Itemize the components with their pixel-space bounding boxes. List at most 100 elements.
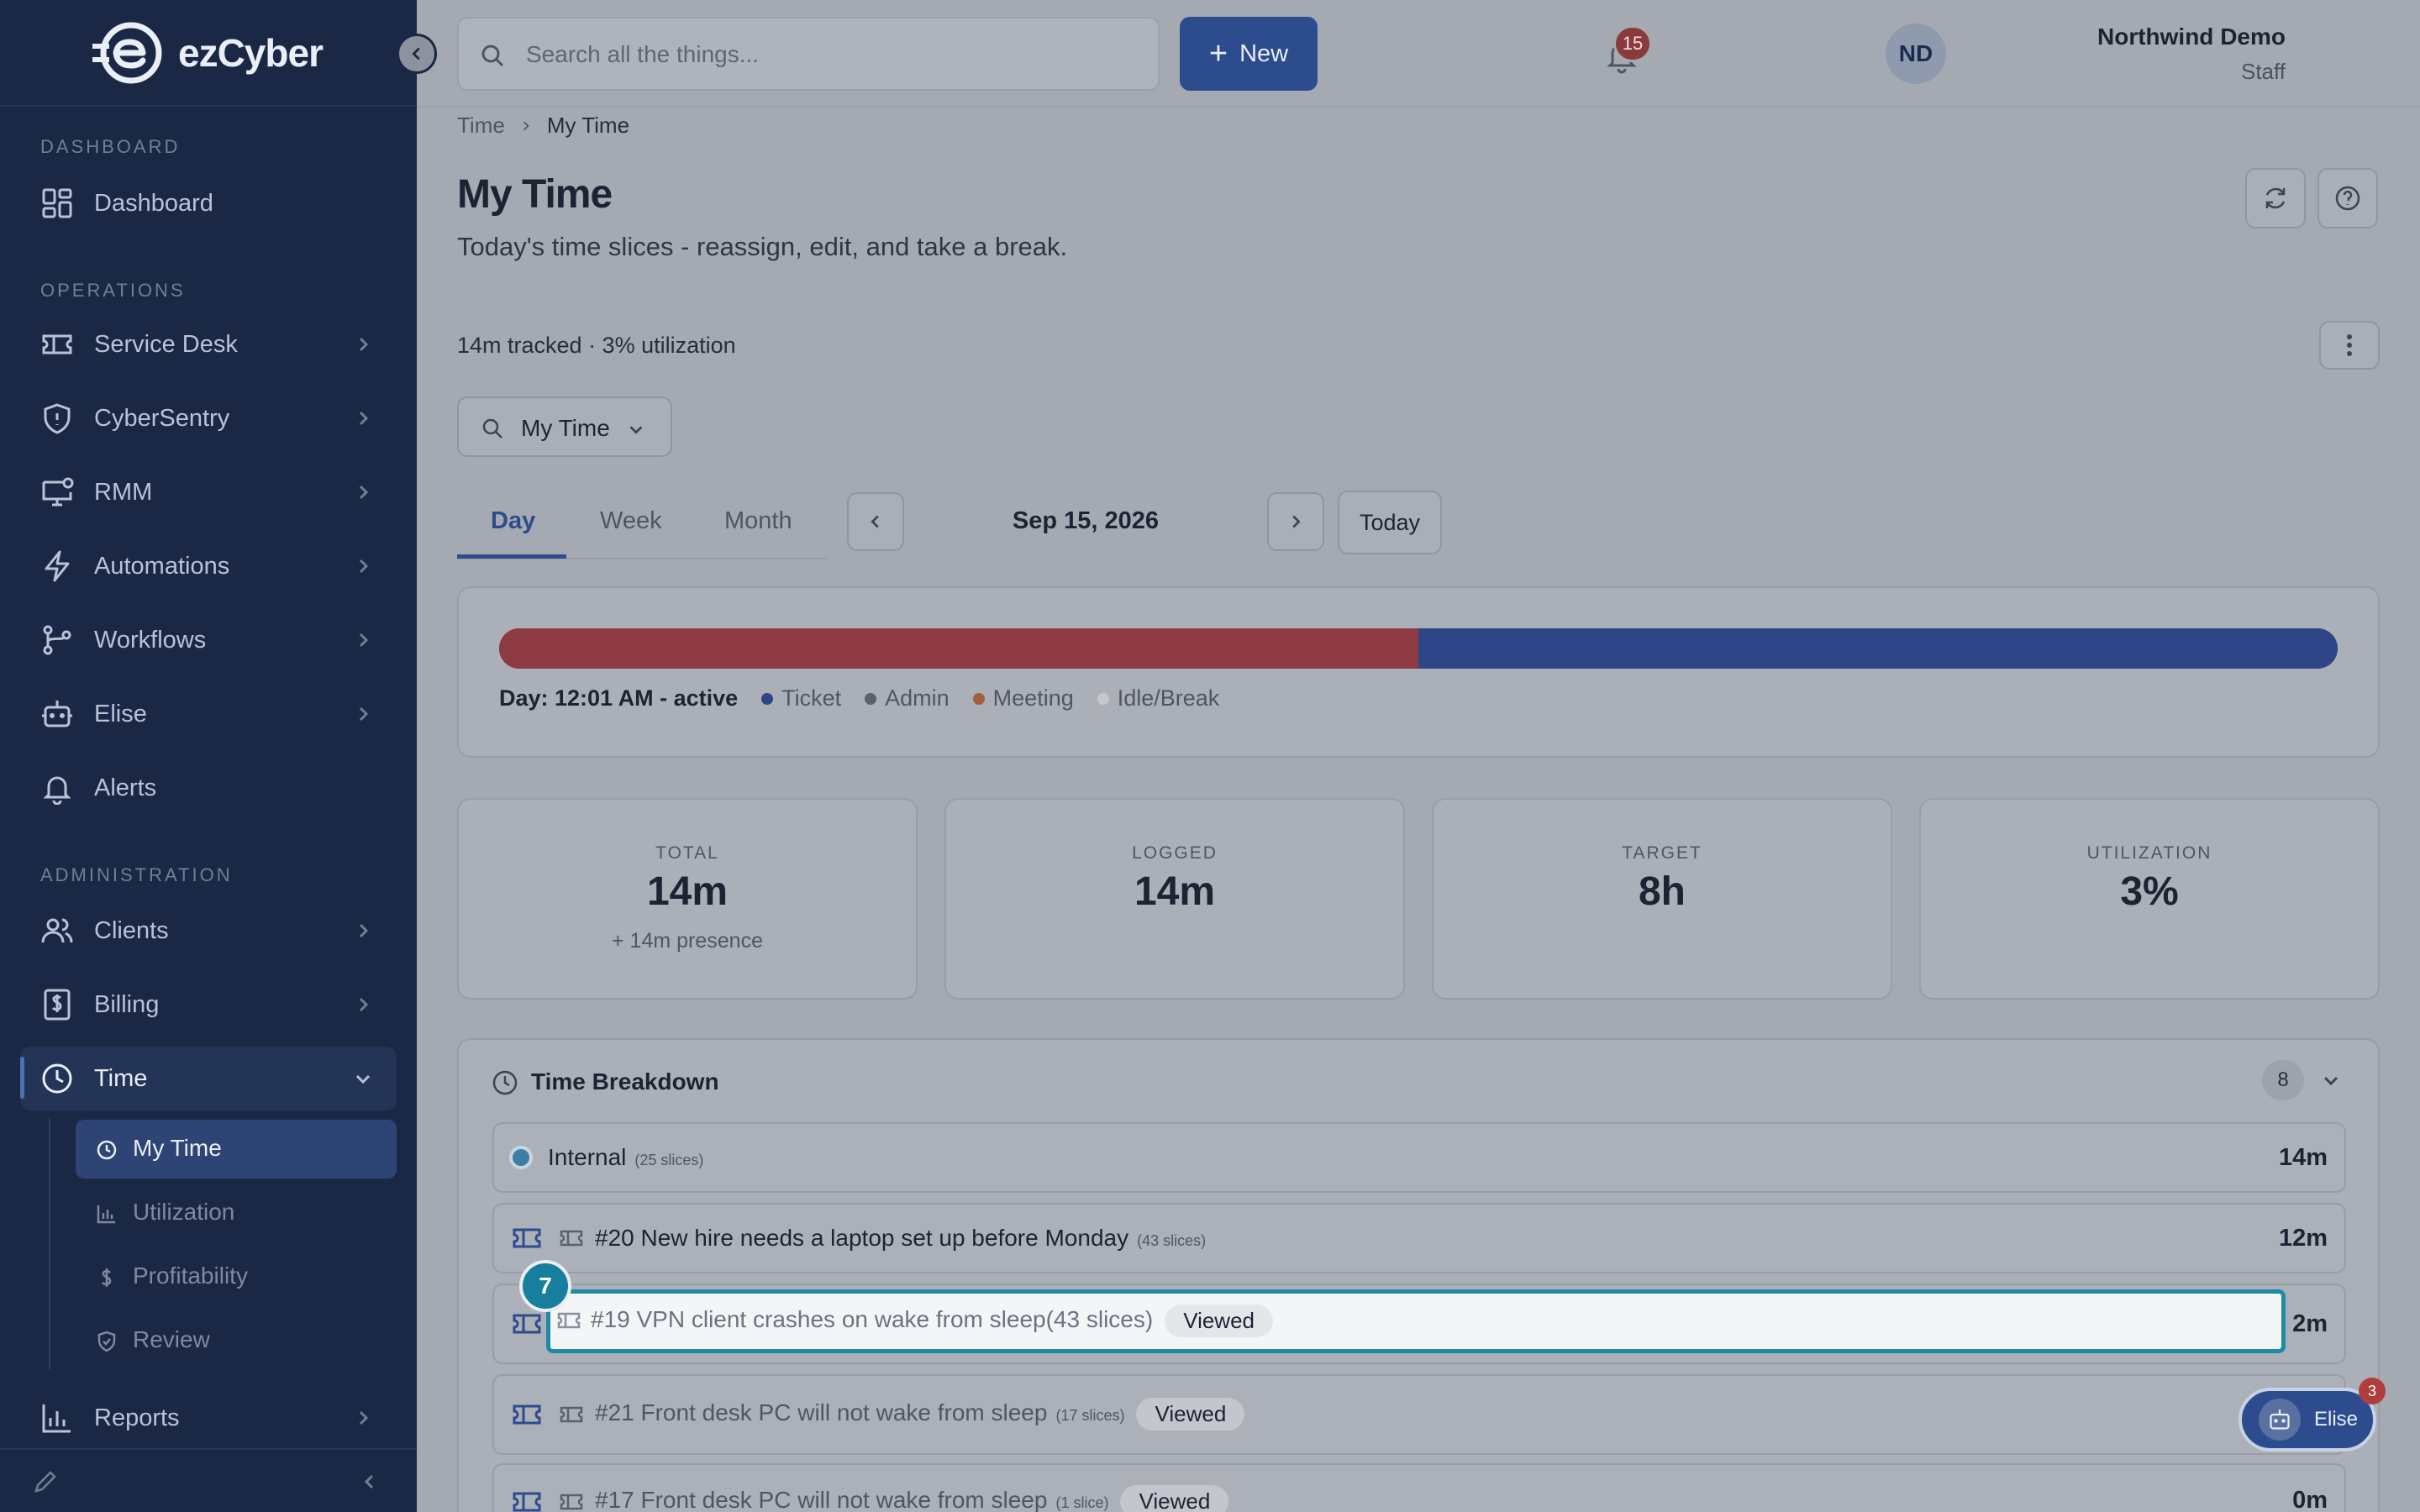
refresh-button[interactable] [2245, 168, 2306, 228]
sidebar-item-rmm[interactable]: RMM [20, 460, 397, 524]
sidebar-subitem-profitability[interactable]: Profitability [76, 1247, 397, 1306]
elise-assistant-button[interactable]: Elise [2238, 1388, 2376, 1452]
period-tabs: Day Week Month [457, 491, 827, 559]
sidebar-item-billing[interactable]: Billing [20, 973, 397, 1037]
row-duration: 2m [2292, 1310, 2328, 1337]
user-name[interactable]: Northwind Demo [2097, 24, 2286, 50]
section-label-dashboard: DASHBOARD [40, 136, 181, 157]
sidebar-item-automations[interactable]: Automations [20, 534, 397, 598]
timeline-legend: Day: 12:01 AM - active Ticket Admin Meet… [499, 685, 1219, 711]
tour-step-badge: 7 [519, 1260, 571, 1312]
sidebar-item-label: Clients [94, 916, 169, 944]
timeline-segment-ticket[interactable] [499, 628, 1418, 669]
ticket-icon [513, 1492, 541, 1512]
previous-period-button[interactable] [847, 492, 904, 551]
notifications-count-badge[interactable]: 15 [1613, 25, 1652, 62]
sidebar-subitem-utilization[interactable]: Utilization [76, 1184, 397, 1242]
help-button[interactable] [2317, 168, 2378, 228]
chevron-left-icon[interactable] [360, 1472, 380, 1492]
viewed-badge: Viewed [1120, 1485, 1229, 1512]
chevron-right-icon [359, 337, 369, 352]
kebab-menu-icon [2347, 334, 2352, 356]
row-label: #17 Front desk PC will not wake from sle… [595, 1485, 1229, 1512]
chevron-right-icon [1292, 515, 1301, 528]
legend-label: Meeting [992, 685, 1074, 711]
chevron-right-icon [359, 411, 369, 426]
sidebar-collapse-button[interactable] [397, 34, 437, 74]
brand-logo[interactable]: ezCyber [91, 22, 324, 84]
legend-label: Ticket [781, 685, 842, 711]
time-breakdown-panel: Time Breakdown 8 Internal (25 slices) 14m… [457, 1038, 2380, 1512]
chevron-left-icon [412, 47, 420, 60]
sidebar-item-label: CyberSentry [94, 404, 230, 432]
breakdown-row-ticket-17[interactable]: #17 Front desk PC will not wake from sle… [492, 1463, 2346, 1512]
sidebar-item-service-desk[interactable]: Service Desk [20, 312, 397, 376]
sidebar-item-cybersentry[interactable]: CyberSentry [20, 386, 397, 450]
row-title: #19 VPN client crashes on wake from slee… [591, 1305, 1046, 1332]
viewed-badge: Viewed [1165, 1305, 1274, 1337]
sidebar-subitem-label: Profitability [133, 1263, 248, 1289]
pencil-icon[interactable] [32, 1468, 59, 1495]
shield-icon [44, 403, 71, 434]
sidebar-item-workflows[interactable]: Workflows [20, 608, 397, 672]
breakdown-row-ticket-21[interactable]: #21 Front desk PC will not wake from sle… [492, 1374, 2346, 1455]
sidebar-item-label: Dashboard [94, 189, 213, 217]
breadcrumb-link-time[interactable]: Time [457, 113, 505, 139]
topbar: Search all the things... + New [417, 0, 2420, 108]
highlighted-row-ticket-19[interactable]: #19 VPN client crashes on wake from slee… [546, 1289, 2286, 1353]
bell-icon [43, 776, 71, 805]
today-button[interactable]: Today [1338, 491, 1442, 554]
row-slices: (43 slices) [1045, 1305, 1154, 1332]
stat-value: 14m [1134, 869, 1216, 914]
chevron-right-icon [359, 559, 369, 574]
breakdown-row-ticket-20[interactable]: #20 New hire needs a laptop set up befor… [492, 1203, 2346, 1273]
chevron-left-icon [871, 515, 879, 528]
sidebar-item-dashboard[interactable]: Dashboard [20, 171, 397, 235]
current-date: Sep 15, 2026 [1012, 507, 1160, 534]
search-input[interactable]: Search all the things... [526, 41, 759, 68]
page-subtitle: Today's time slices - reassign, edit, an… [457, 232, 1068, 261]
ticket-icon [560, 1494, 583, 1510]
tab-day[interactable]: Day [491, 507, 535, 535]
scope-filter-dropdown[interactable]: My Time [457, 396, 672, 457]
new-button[interactable]: + New [1180, 17, 1318, 91]
lightning-icon [45, 550, 70, 582]
sidebar-subitem-review[interactable]: Review [76, 1311, 397, 1370]
avatar[interactable]: ND [1886, 24, 1946, 84]
sidebar-subitem-my-time[interactable]: My Time [76, 1120, 397, 1179]
stat-card-target: TARGET 8h [1432, 798, 1892, 1000]
legend-label: Idle/Break [1117, 685, 1220, 711]
more-options-button[interactable] [2319, 321, 2380, 370]
sidebar-item-time[interactable]: Time [20, 1047, 397, 1110]
chevron-right-icon [359, 706, 369, 722]
day-timeline-bar[interactable] [499, 628, 2338, 669]
legend-dot-ticket [761, 692, 774, 705]
section-label-administration: ADMINISTRATION [40, 864, 233, 885]
ticket-icon [513, 1228, 541, 1248]
scope-filter-value: My Time [521, 415, 610, 441]
sidebar-item-label: Automations [94, 552, 230, 580]
tab-week[interactable]: Week [600, 507, 662, 535]
stat-card-utilization: UTILIZATION 3% [1919, 798, 2380, 1000]
page-title: My Time [457, 172, 613, 217]
sidebar-item-elise[interactable]: Elise [20, 682, 397, 746]
legend-dot-idle [1097, 692, 1109, 705]
new-button-label: New [1239, 39, 1289, 67]
chevron-down-icon[interactable] [2321, 1070, 2341, 1090]
user-role: Staff [2240, 59, 2286, 84]
sidebar-item-clients[interactable]: Clients [20, 899, 397, 963]
tab-month[interactable]: Month [724, 507, 792, 535]
next-period-button[interactable] [1267, 492, 1324, 551]
breakdown-row-internal[interactable]: Internal (25 slices) 14m [492, 1122, 2346, 1193]
day-timeline-card: Day: 12:01 AM - active Ticket Admin Meet… [457, 586, 2380, 758]
chevron-right-icon [359, 485, 369, 500]
row-title: #17 Front desk PC will not wake from sle… [595, 1486, 1048, 1512]
time-breakdown-title: Time Breakdown [531, 1068, 719, 1095]
legend-label: Admin [885, 685, 950, 711]
clock-icon [42, 1063, 72, 1094]
sidebar-item-reports[interactable]: Reports [20, 1386, 397, 1450]
global-search[interactable]: Search all the things... [457, 17, 1160, 91]
sidebar-item-alerts[interactable]: Alerts [20, 756, 397, 820]
row-duration: 14m [2278, 1144, 2328, 1171]
users-icon [41, 918, 73, 943]
